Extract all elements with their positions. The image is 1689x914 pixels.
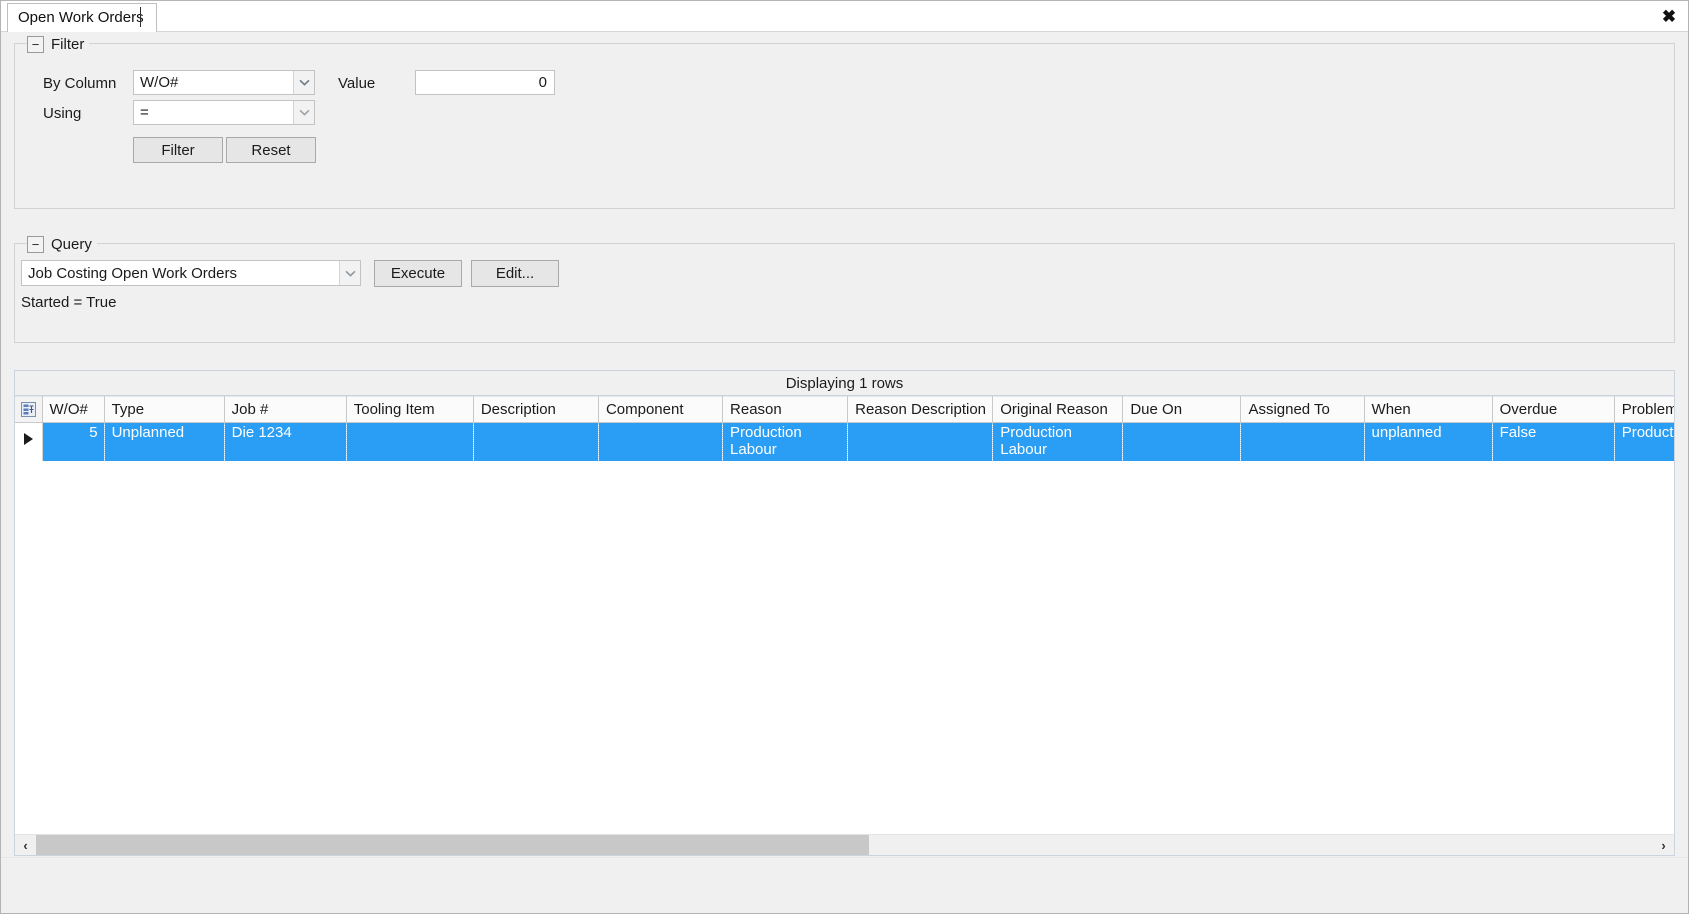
using-label: Using [43,105,82,122]
cell-original-reason[interactable]: Production Labour [992,422,1124,461]
scroll-right-arrow-icon[interactable]: › [1653,835,1674,855]
query-select[interactable]: Job Costing Open Work Orders [21,260,361,286]
chevron-down-icon[interactable] [293,71,314,94]
tab-open-work-orders[interactable]: Open Work Orders [7,3,157,32]
row-selector[interactable] [15,422,43,461]
column-header-reason[interactable]: Reason [722,396,849,423]
column-header-reason-description[interactable]: Reason Description [847,396,994,423]
cell-component[interactable] [598,422,724,461]
chevron-down-icon[interactable] [339,261,360,285]
by-column-value: W/O# [140,74,179,91]
column-header-description[interactable]: Description [473,396,599,423]
using-select[interactable]: = [133,100,315,125]
column-header-w-o[interactable]: W/O# [42,396,105,423]
row-current-arrow-icon [23,433,33,446]
cell-reason[interactable]: Production Labour [722,422,849,461]
cell-tooling-item[interactable] [346,422,474,461]
work-orders-table: W/O# Type Job # Tooling Item Description Comp… [15,396,1674,461]
edit-button[interactable]: Edit... [471,260,559,287]
grid-row-count-caption: Displaying 1 rows [15,371,1674,396]
cell-reason-description[interactable] [847,422,994,461]
cell-due-on[interactable] [1122,422,1242,461]
value-input[interactable]: 0 [415,70,555,95]
status-strip [1,857,1688,913]
column-header-problem-description[interactable]: Problem Description [1614,396,1674,423]
value-input-text: 0 [538,74,547,91]
query-collapse-toggle[interactable]: − [27,235,44,253]
column-header-type[interactable]: Type [104,396,225,423]
scrollbar-track[interactable] [36,835,1653,855]
horizontal-scrollbar[interactable]: ‹ › [15,834,1674,855]
cell-w-o[interactable]: 5 [42,422,105,461]
scrollbar-thumb[interactable] [36,835,869,855]
query-legend: − Query [27,234,97,254]
column-header-tooling-item[interactable]: Tooling Item [346,396,474,423]
filter-button[interactable]: Filter [133,137,223,163]
tab-text-caret [140,7,141,27]
tab-strip: Open Work Orders ✖ [1,1,1688,32]
grid-scroll-area: W/O# Type Job # Tooling Item Description Comp… [15,396,1674,855]
query-title: Query [51,235,92,253]
query-groupbox: − Query Job Costing Open Work Orders Exe… [14,234,1675,343]
filter-title: Filter [51,35,85,53]
cell-problem-description[interactable]: Production [1614,422,1674,461]
column-header-when[interactable]: When [1364,396,1493,423]
column-header-component[interactable]: Component [598,396,724,423]
query-value: Job Costing Open Work Orders [28,264,237,282]
query-criteria-text: Started = True [21,294,117,311]
cell-description[interactable] [473,422,599,461]
value-label: Value [338,75,376,92]
column-header-overdue[interactable]: Overdue [1492,396,1615,423]
application-window: Open Work Orders ✖ − Filter By Column W/… [0,0,1689,914]
column-header-job[interactable]: Job # [224,396,347,423]
filter-groupbox: − Filter By Column W/O# Value 0 Using = … [14,34,1675,209]
cell-type[interactable]: Unplanned [104,422,225,461]
chevron-down-icon[interactable] [293,101,314,124]
select-all-icon[interactable] [15,396,43,423]
tab-label: Open Work Orders [18,9,144,26]
cell-overdue[interactable]: False [1492,422,1615,461]
cell-job[interactable]: Die 1234 [224,422,347,461]
by-column-select[interactable]: W/O# [133,70,315,95]
close-icon[interactable]: ✖ [1656,4,1682,28]
using-value: = [140,104,149,121]
filter-legend: − Filter [27,34,90,54]
execute-button[interactable]: Execute [374,260,462,287]
filter-collapse-toggle[interactable]: − [27,35,44,53]
results-grid-panel: Displaying 1 rows W/O# Type Job # Tooling I… [14,370,1675,856]
cell-assigned-to[interactable] [1240,422,1365,461]
table-body: 5 Unplanned Die 1234 Production Labour Produ… [15,422,1674,461]
by-column-label: By Column [43,75,117,92]
table-row[interactable]: 5 Unplanned Die 1234 Production Labour Produ… [15,422,1674,461]
cell-when[interactable]: unplanned [1364,422,1493,461]
table-header-row: W/O# Type Job # Tooling Item Description Comp… [15,396,1674,423]
scroll-left-arrow-icon[interactable]: ‹ [15,835,36,855]
column-header-due-on[interactable]: Due On [1122,396,1242,423]
column-header-assigned-to[interactable]: Assigned To [1240,396,1365,423]
reset-button[interactable]: Reset [226,137,316,163]
column-header-original-reason[interactable]: Original Reason [992,396,1124,423]
